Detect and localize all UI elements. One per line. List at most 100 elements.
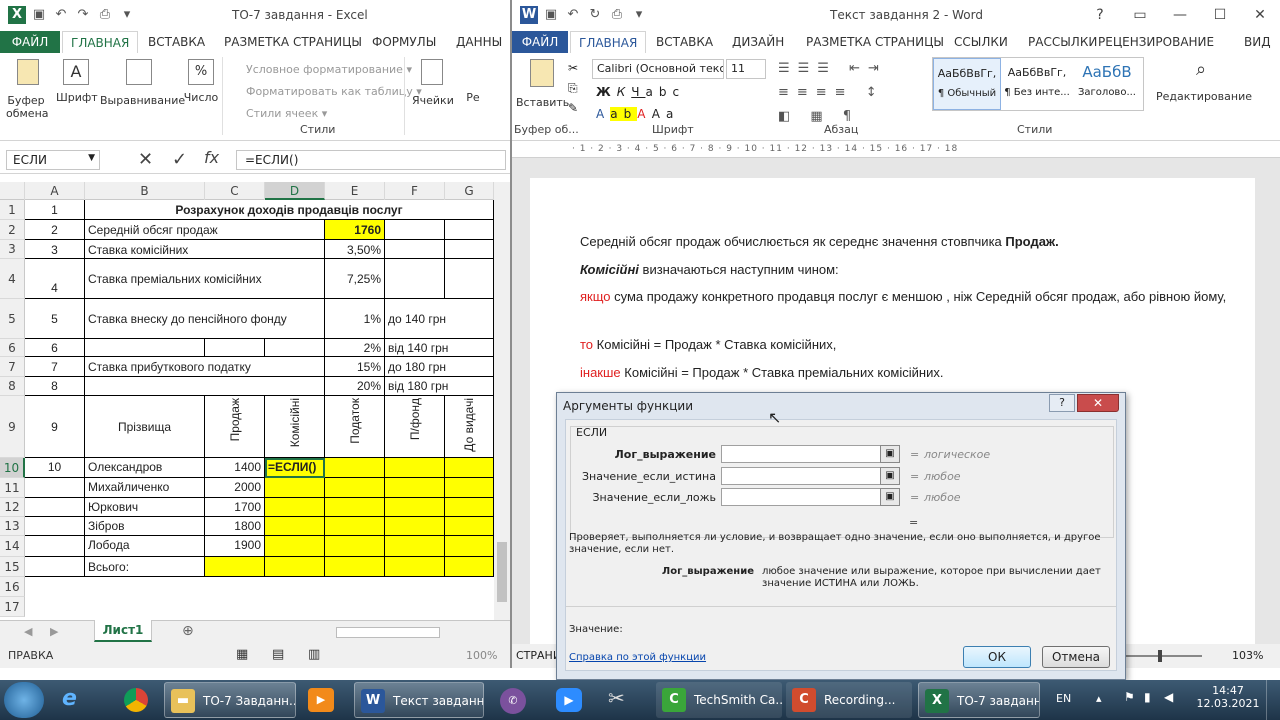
font-button[interactable]: A Шрифт <box>56 59 98 104</box>
row-header[interactable]: 9 <box>0 396 25 458</box>
underline-icon[interactable]: Ч <box>631 85 645 99</box>
grid-cell[interactable] <box>385 220 445 240</box>
strikethrough-icon[interactable]: abc <box>645 85 685 99</box>
internet-explorer-icon[interactable]: e <box>62 686 92 714</box>
grid-cell[interactable]: 1% <box>325 299 385 339</box>
cells-button[interactable]: Ячейки <box>412 59 454 107</box>
save-icon[interactable]: ▣ <box>542 6 560 24</box>
number-button[interactable]: % Число <box>182 59 220 104</box>
media-player-icon[interactable]: ▶ <box>308 688 334 712</box>
function-help-link[interactable]: Справка по этой функции <box>569 652 706 663</box>
tab-insert[interactable]: ВСТАВКА <box>140 31 213 53</box>
scroll-left-icon[interactable]: ◀ <box>24 625 32 638</box>
cell-styles-button[interactable]: Стили ячеек ▾ <box>228 103 422 125</box>
ribbon-display-icon[interactable]: ▭ <box>1120 0 1160 30</box>
snipping-tool-icon[interactable]: ✂ <box>608 686 636 714</box>
normal-view-icon[interactable]: ▦ <box>236 647 248 662</box>
editing-button[interactable]: ⌕ Редактирование <box>1156 59 1252 103</box>
grid-cell[interactable] <box>445 458 494 478</box>
taskbar-explorer[interactable]: ▬ ТО-7 Завданн... <box>164 682 296 718</box>
grid-cell[interactable] <box>25 478 85 498</box>
viber-icon[interactable]: ✆ <box>500 688 526 714</box>
tab-file[interactable]: ФАЙЛ <box>0 31 60 53</box>
print-preview-icon[interactable]: ⎙ <box>608 6 626 24</box>
column-header[interactable]: F <box>385 182 445 200</box>
grid-cell[interactable]: 9 <box>25 396 85 458</box>
grid-cell[interactable]: Ставка комісійних <box>85 240 325 259</box>
cancel-icon[interactable]: ✕ <box>138 149 153 170</box>
grid-cell[interactable] <box>205 339 265 357</box>
tab-page-layout[interactable]: РАЗМЕТКА СТРАНИЦЫ <box>798 31 952 53</box>
grid-cell[interactable] <box>85 339 205 357</box>
grid-cell[interactable] <box>325 478 385 498</box>
page-layout-view-icon[interactable]: ▤ <box>272 647 284 662</box>
grid-cell[interactable]: Зібров <box>85 517 205 536</box>
grid-cell[interactable]: 3 <box>25 240 85 259</box>
undo-icon[interactable]: ↶ <box>564 6 582 24</box>
grid-cell[interactable] <box>265 478 325 498</box>
format-painter-icon[interactable]: ✎ <box>568 101 578 115</box>
grid-cell[interactable] <box>325 517 385 536</box>
row-header[interactable]: 14 <box>0 536 25 557</box>
excel-app-icon[interactable]: X <box>8 6 26 24</box>
row-header[interactable]: 7 <box>0 357 25 377</box>
row-header[interactable]: 8 <box>0 377 25 396</box>
taskbar-excel[interactable]: X ТО-7 завданн... <box>918 682 1040 718</box>
grid-cell[interactable] <box>445 557 494 577</box>
customize-qat-icon[interactable]: ▾ <box>118 6 136 24</box>
start-button[interactable] <box>4 682 44 718</box>
grid-cell[interactable]: 1400 <box>205 458 265 478</box>
collapse-dialog-icon[interactable]: ▣ <box>880 467 900 485</box>
grid-cell[interactable]: 20% <box>325 377 385 396</box>
grid-cell[interactable] <box>25 517 85 536</box>
grid-cell[interactable] <box>385 557 445 577</box>
highlight-icon[interactable]: ab <box>610 107 638 121</box>
grid-cell[interactable] <box>385 478 445 498</box>
grid-cell[interactable]: Продаж <box>205 396 265 458</box>
editing-button[interactable]: Ре <box>458 91 488 104</box>
tab-data[interactable]: ДАННЫ <box>448 31 510 53</box>
collapse-dialog-icon[interactable]: ▣ <box>880 445 900 463</box>
grid-cell[interactable] <box>325 498 385 517</box>
formula-input[interactable]: =ЕСЛИ() <box>236 150 506 170</box>
tab-insert[interactable]: ВСТАВКА <box>648 31 721 53</box>
tray-clock[interactable]: 14:47 12.03.2021 <box>1196 684 1260 710</box>
text-effects-icon[interactable]: A <box>596 107 610 121</box>
bold-icon[interactable]: Ж <box>596 85 617 99</box>
font-color-icon[interactable]: A <box>637 107 652 121</box>
column-header[interactable]: C <box>205 182 265 200</box>
row-header[interactable]: 15 <box>0 557 25 577</box>
cancel-button[interactable]: Отмена <box>1042 646 1110 668</box>
vertical-scrollbar[interactable] <box>494 182 510 620</box>
grid-cell[interactable] <box>445 240 494 259</box>
row-header[interactable]: 11 <box>0 478 25 498</box>
chevron-down-icon[interactable]: ▼ <box>88 153 95 163</box>
grid-cell[interactable] <box>325 536 385 557</box>
column-header[interactable]: E <box>325 182 385 200</box>
grid-cell[interactable]: Прізвища <box>85 396 205 458</box>
grid-cell[interactable]: 7,25% <box>325 259 385 299</box>
style-normal[interactable]: АаБбВвГг, ¶ Обычный <box>933 58 1001 110</box>
customize-qat-icon[interactable]: ▾ <box>630 6 648 24</box>
grid-cell[interactable] <box>205 557 265 577</box>
grid-cell[interactable]: 2000 <box>205 478 265 498</box>
word-page-indicator[interactable]: СТРАНИ <box>516 649 561 662</box>
tab-references[interactable]: ССЫЛКИ <box>946 31 1016 53</box>
grid-cell[interactable]: 2 <box>25 220 85 240</box>
tab-view[interactable]: ВИД <box>1236 31 1279 53</box>
collapse-dialog-icon[interactable]: ▣ <box>880 488 900 506</box>
change-case-icon[interactable]: Aa <box>652 107 680 121</box>
grid-cell[interactable] <box>385 498 445 517</box>
redo-icon[interactable]: ↻ <box>586 6 604 24</box>
cut-icon[interactable]: ✂ <box>568 61 578 75</box>
list-buttons[interactable]: ☰☰☰ ⇤⇥ <box>778 61 887 76</box>
grid-cell[interactable] <box>385 240 445 259</box>
grid-cell[interactable]: до 140 грн <box>385 299 494 339</box>
column-header[interactable]: G <box>445 182 494 200</box>
table-title[interactable]: Розрахунок доходів продавців послуг <box>85 200 494 220</box>
grid-cell[interactable]: Ставка преміальних комісійних <box>85 259 325 299</box>
grid-cell[interactable] <box>445 498 494 517</box>
save-icon[interactable]: ▣ <box>30 6 48 24</box>
horizontal-ruler[interactable]: · 1 · 2 · 3 · 4 · 5 · 6 · 7 · 8 · 9 · 10… <box>512 144 1280 158</box>
word-zoom-level[interactable]: 103% <box>1232 649 1263 662</box>
